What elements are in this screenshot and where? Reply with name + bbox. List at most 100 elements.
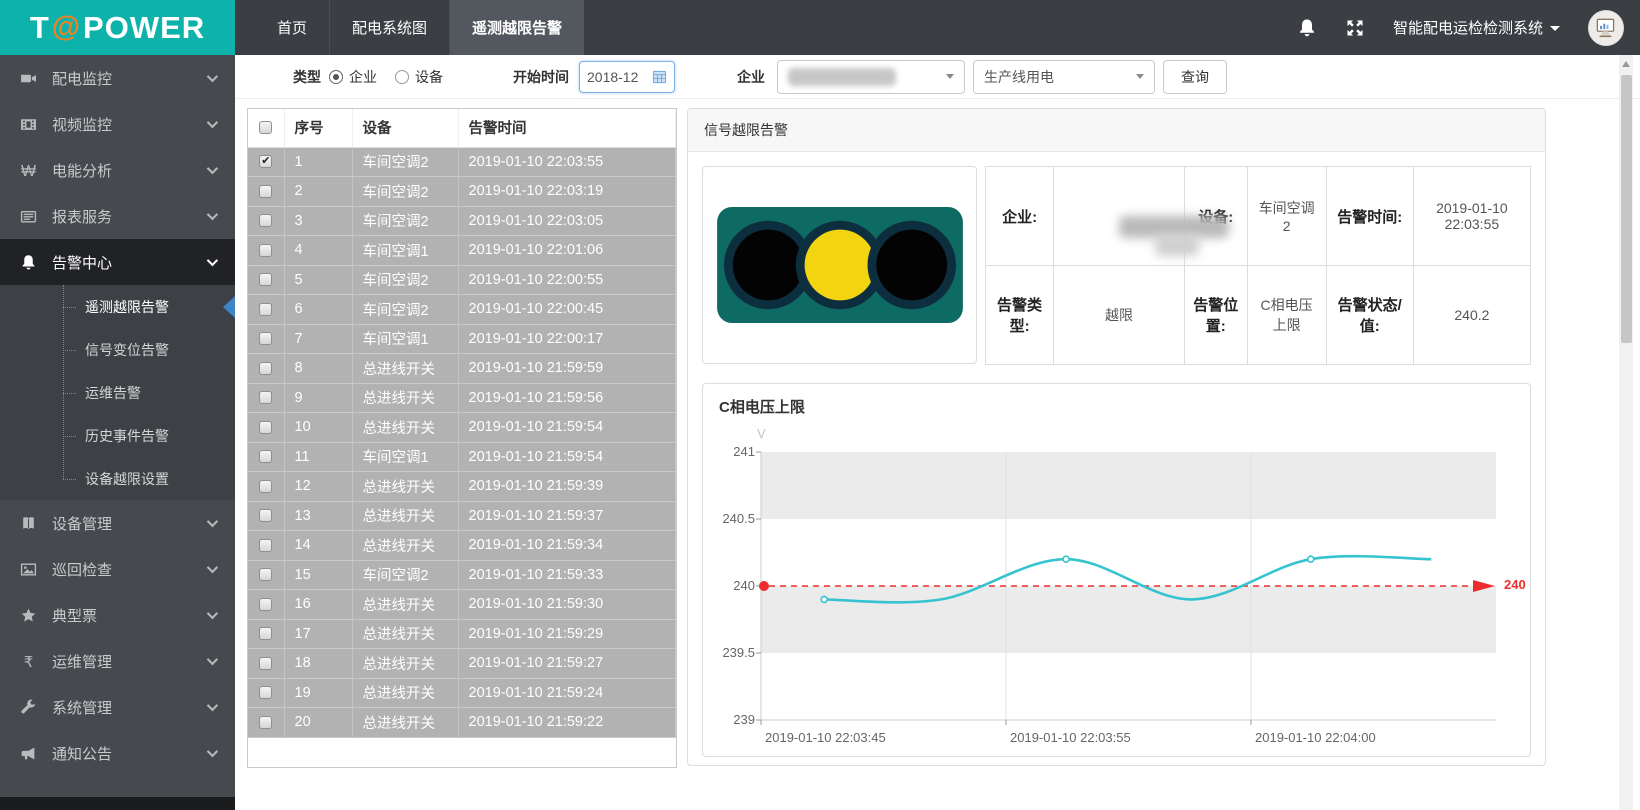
cell-time: 2019-01-10 21:59:27 (458, 649, 676, 679)
cell-device: 总进线开关 (352, 708, 458, 738)
row-checkbox[interactable] (259, 509, 272, 522)
scrollbar-thumb[interactable] (1621, 75, 1632, 343)
table-row-15[interactable]: 15车间空调22019-01-10 21:59:33 (248, 560, 676, 590)
sidebar-item-5[interactable]: 设备管理 (0, 500, 235, 546)
sidebar-item-10[interactable]: 通知公告 (0, 730, 235, 776)
table-row-7[interactable]: 7车间空调12019-01-10 22:00:17 (248, 324, 676, 354)
table-row-3[interactable]: 3车间空调22019-01-10 22:03:05 (248, 206, 676, 236)
table-row-13[interactable]: 13总进线开关2019-01-10 21:59:37 (248, 501, 676, 531)
row-checkbox[interactable] (259, 303, 272, 316)
info-status-label: 告警状态/值: (1326, 266, 1413, 365)
table-row-9[interactable]: 9总进线开关2019-01-10 21:59:56 (248, 383, 676, 413)
cell-time: 2019-01-10 21:59:59 (458, 354, 676, 384)
row-checkbox[interactable] (259, 450, 272, 463)
row-checkbox[interactable] (259, 332, 272, 345)
row-checkbox[interactable] (259, 716, 272, 729)
row-checkbox[interactable] (259, 539, 272, 552)
sidebar-item-label: 巡回检查 (52, 559, 112, 580)
radio-device-icon[interactable] (395, 70, 409, 84)
select-all-checkbox[interactable] (259, 121, 272, 134)
fullscreen-icon[interactable] (1345, 18, 1365, 38)
table-row-11[interactable]: 11车间空调12019-01-10 21:59:54 (248, 442, 676, 472)
radio-enterprise[interactable]: 企业 (329, 67, 377, 87)
chevron-down-icon (207, 163, 218, 174)
table-row-4[interactable]: 4车间空调12019-01-10 22:01:06 (248, 236, 676, 266)
row-checkbox[interactable] (259, 214, 272, 227)
row-checkbox[interactable] (259, 273, 272, 286)
nav-tab-1[interactable]: 配电系统图 (329, 0, 449, 55)
table-row-20[interactable]: 20总进线开关2019-01-10 21:59:22 (248, 708, 676, 738)
row-checkbox[interactable] (259, 686, 272, 699)
enterprise-select[interactable] (777, 60, 965, 94)
sidebar-item-1[interactable]: 视频监控 (0, 101, 235, 147)
sidebar-item-9[interactable]: 系统管理 (0, 684, 235, 730)
radio-device[interactable]: 设备 (395, 67, 443, 87)
row-checkbox[interactable] (259, 185, 272, 198)
panel-body: 企业: 设备: 车间空调2 告警时间: 2019-01-10 22:03:55 … (688, 152, 1545, 766)
table-row-12[interactable]: 12总进线开关2019-01-10 21:59:39 (248, 472, 676, 502)
row-checkbox[interactable] (259, 362, 272, 375)
sidebar-item-0[interactable]: 配电监控 (0, 55, 235, 101)
query-button[interactable]: 查询 (1163, 60, 1227, 94)
sidebar-subitem-0[interactable]: 遥测越限告警 (0, 285, 235, 328)
avatar[interactable] (1588, 10, 1624, 46)
sidebar-subitem-2[interactable]: 运维告警 (0, 371, 235, 414)
line-select[interactable]: 生产线用电 (973, 60, 1155, 94)
table-row-14[interactable]: 14总进线开关2019-01-10 21:59:34 (248, 531, 676, 561)
row-checkbox[interactable] (259, 480, 272, 493)
table-row-18[interactable]: 18总进线开关2019-01-10 21:59:27 (248, 649, 676, 679)
radio-enterprise-icon[interactable] (329, 70, 343, 84)
table-row-10[interactable]: 10总进线开关2019-01-10 21:59:54 (248, 413, 676, 443)
table-row-5[interactable]: 5车间空调22019-01-10 22:00:55 (248, 265, 676, 295)
info-device-value: 车间空调2 (1247, 167, 1326, 266)
table-row-16[interactable]: 16总进线开关2019-01-10 21:59:30 (248, 590, 676, 620)
cell-device: 车间空调1 (352, 324, 458, 354)
table-row-2[interactable]: 2车间空调22019-01-10 22:03:19 (248, 177, 676, 207)
vertical-scrollbar[interactable] (1619, 55, 1633, 810)
table-row-1[interactable]: 1车间空调22019-01-10 22:03:55 (248, 147, 676, 177)
cell-no: 2 (284, 177, 352, 207)
logo-at-icon: @ (52, 11, 81, 44)
table-row-8[interactable]: 8总进线开关2019-01-10 21:59:59 (248, 354, 676, 384)
table-row-17[interactable]: 17总进线开关2019-01-10 21:59:29 (248, 619, 676, 649)
table-row-19[interactable]: 19总进线开关2019-01-10 21:59:24 (248, 678, 676, 708)
row-checkbox[interactable] (259, 568, 272, 581)
sidebar-item-7[interactable]: 典型票 (0, 592, 235, 638)
sidebar-subitem-1[interactable]: 信号变位告警 (0, 328, 235, 371)
row-checkbox-cell (248, 147, 284, 177)
start-time-input[interactable]: 2018-12 (579, 61, 675, 93)
row-checkbox[interactable] (259, 627, 272, 640)
cell-no: 19 (284, 678, 352, 708)
sidebar-item-8[interactable]: ₹运维管理 (0, 638, 235, 684)
sidebar-item-4[interactable]: 告警中心 (0, 239, 235, 285)
nav-tab-2[interactable]: 遥测越限告警 (449, 0, 584, 55)
nav-tab-0[interactable]: 首页 (255, 0, 329, 55)
scrollbar-up-arrow-icon[interactable] (1622, 61, 1630, 67)
bell-icon (20, 254, 37, 271)
chevron-down-icon (207, 71, 218, 82)
row-checkbox[interactable] (259, 598, 272, 611)
info-position-value: C相电压上限 (1247, 266, 1326, 365)
row-checkbox[interactable] (259, 657, 272, 670)
cell-time: 2019-01-10 22:03:55 (458, 147, 676, 177)
sidebar-item-2[interactable]: ₩电能分析 (0, 147, 235, 193)
cell-no: 17 (284, 619, 352, 649)
cell-no: 5 (284, 265, 352, 295)
row-checkbox[interactable] (259, 155, 272, 168)
sidebar-subitem-3[interactable]: 历史事件告警 (0, 414, 235, 457)
chevron-down-icon (207, 608, 218, 619)
sidebar-subitem-4[interactable]: 设备越限设置 (0, 457, 235, 500)
notification-bell-icon[interactable] (1297, 18, 1317, 38)
row-checkbox[interactable] (259, 391, 272, 404)
calendar-icon[interactable] (652, 69, 667, 84)
system-title-dropdown[interactable]: 智能配电运检检测系统 (1393, 17, 1560, 38)
row-checkbox[interactable] (259, 421, 272, 434)
start-time-group: 开始时间 2018-12 (513, 61, 675, 93)
row-checkbox[interactable] (259, 244, 272, 257)
sidebar-item-3[interactable]: 报表服务 (0, 193, 235, 239)
logo-rest: POWER (83, 10, 205, 46)
alarm-table-header-row: 序号 设备 告警时间 (248, 109, 676, 147)
cell-device: 总进线开关 (352, 590, 458, 620)
table-row-6[interactable]: 6车间空调22019-01-10 22:00:45 (248, 295, 676, 325)
sidebar-item-6[interactable]: 巡回检查 (0, 546, 235, 592)
